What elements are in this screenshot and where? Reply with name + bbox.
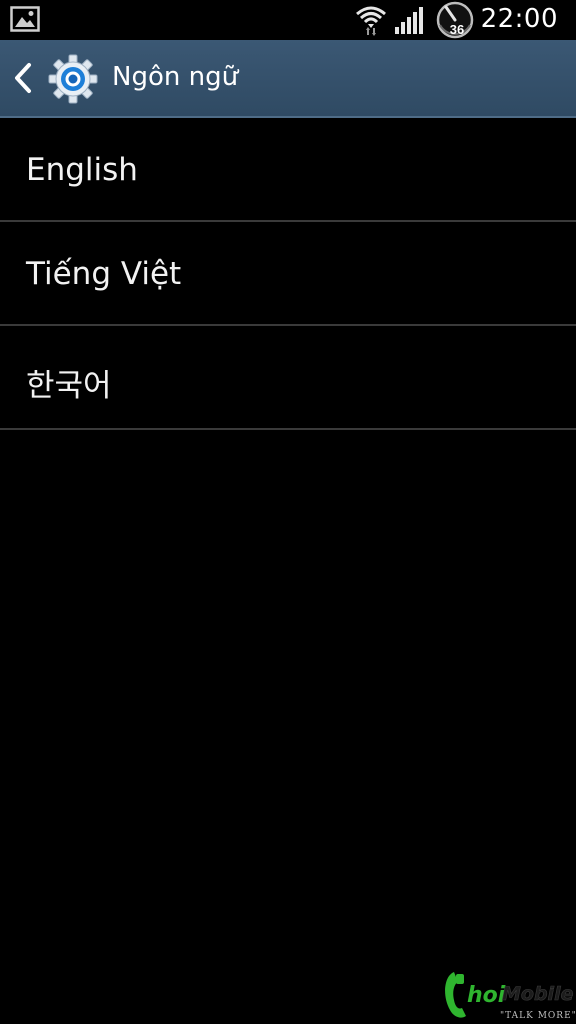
action-bar: Ngôn ngữ [0,40,576,118]
language-label: English [26,152,138,188]
language-item-english[interactable]: English [0,118,576,222]
language-list: English Tiếng Việt 한국어 [0,118,576,430]
language-settings-screen: 36 22:00 Ngôn ngữ English Tiếng Việt 한국어… [0,0,576,1024]
gallery-icon [10,6,40,32]
language-item-vietnamese[interactable]: Tiếng Việt [0,222,576,326]
language-label: 한국어 [26,368,112,404]
status-bar: 36 22:00 [0,0,576,40]
svg-text:"TALK MORE": "TALK MORE" [500,1011,576,1021]
choimobile-watermark-logo: hoi Mobile "TALK MORE" [445,972,576,1021]
language-label: Tiếng Việt [26,256,182,292]
chevron-left-icon[interactable] [12,62,34,94]
signal-icon [395,7,423,34]
svg-text:hoi: hoi [467,983,506,1008]
settings-gear-icon[interactable] [48,54,98,104]
page-title: Ngôn ngữ [112,62,239,92]
status-time: 22:00 [480,4,558,34]
language-item-korean[interactable]: 한국어 [0,326,576,430]
svg-text:Mobile: Mobile [502,983,574,1005]
wifi-icon [356,6,386,36]
battery-level: 36 [449,22,465,37]
